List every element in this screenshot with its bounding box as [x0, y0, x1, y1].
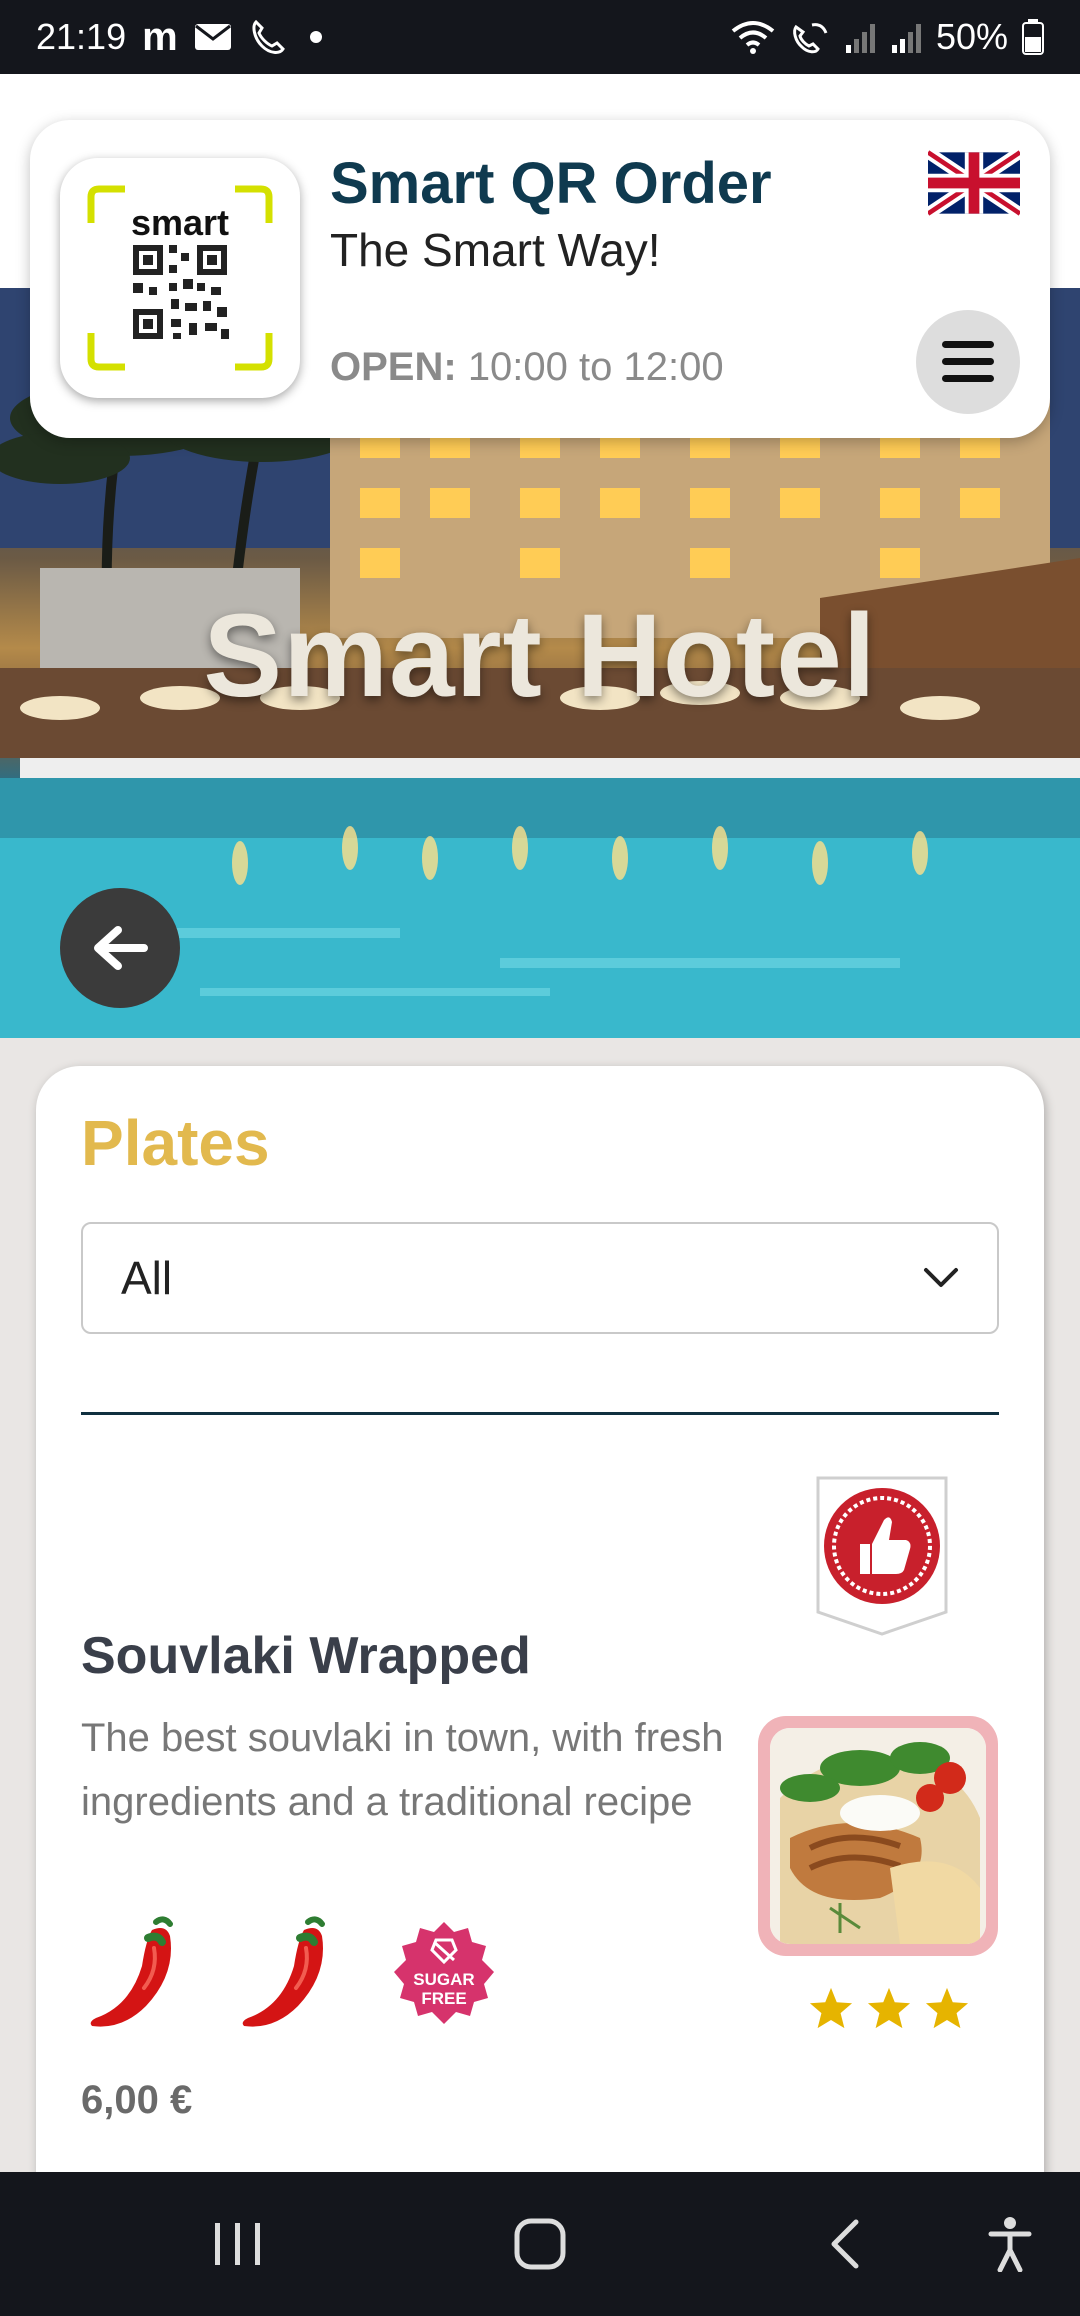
sugar-free-label-top: SUGAR [413, 1970, 475, 1989]
battery-percent: 50% [935, 16, 1008, 57]
signal-1-icon [844, 21, 876, 53]
item-photo[interactable] [758, 1716, 998, 1956]
accessibility-icon [988, 2217, 1032, 2272]
item-tags: SUGAR FREE [86, 1914, 498, 2034]
category-filter-select[interactable]: All [81, 1222, 999, 1334]
hamburger-menu-icon [942, 341, 994, 382]
menu-content-card: Plates All Souvlaki Wrapped The best sou… [36, 1066, 1044, 2316]
hero-title: Smart Hotel [203, 590, 877, 722]
souvlaki-photo-illustration [770, 1728, 986, 1944]
app-subtitle: The Smart Way! [330, 224, 661, 276]
menu-button[interactable] [916, 310, 1020, 414]
open-label: OPEN: [330, 345, 457, 389]
recommended-badge-icon [812, 1474, 952, 1636]
brand-logo: smart [60, 158, 300, 398]
open-hours-value: 10:00 to 12:00 [467, 345, 724, 389]
back-button[interactable] [60, 888, 180, 1008]
recent-apps-button[interactable] [200, 2172, 276, 2316]
chili-pepper-icon [242, 1916, 325, 2027]
arrow-left-icon [94, 926, 148, 970]
star-icon [809, 1987, 853, 2029]
section-divider [81, 1412, 999, 1415]
header-card: smart Smart QR Order The Smart Way! OPEN… [30, 120, 1050, 438]
uk-flag-icon[interactable] [924, 147, 1024, 219]
back-nav-button[interactable] [810, 2172, 880, 2316]
recent-apps-icon [215, 2223, 260, 2265]
back-chevron-icon [831, 2219, 859, 2269]
call-icon [248, 18, 286, 56]
sugar-free-icon: SUGAR FREE [390, 1920, 498, 2028]
battery-icon [1022, 19, 1044, 55]
home-icon [514, 2218, 566, 2270]
wifi-call-icon [790, 19, 830, 55]
item-name[interactable]: Souvlaki Wrapped [81, 1626, 531, 1686]
home-button[interactable] [500, 2172, 580, 2316]
star-icon [867, 1987, 911, 2029]
logo-text: smart [130, 202, 230, 243]
item-description: The best souvlaki in town, with fresh in… [81, 1716, 724, 1824]
opening-hours: OPEN: 10:00 to 12:00 [330, 345, 724, 390]
wifi-icon [730, 19, 776, 55]
rating-stars [808, 1986, 970, 2030]
mail-icon [194, 23, 232, 51]
system-navigation-bar [0, 2172, 1080, 2316]
chili-pepper-icon [90, 1916, 173, 2027]
item-price: 6,00 € [81, 2078, 193, 2122]
category-filter-value: All [121, 1252, 173, 1304]
sugar-free-label-bottom: FREE [421, 1989, 467, 2008]
status-time: 21:19 [36, 16, 127, 57]
status-bar: 21:19 m 50% [0, 0, 1080, 74]
star-icon [925, 1987, 969, 2029]
app-title: Smart QR Order [330, 151, 772, 216]
signal-2-icon [890, 21, 922, 53]
carrier-icon: m [142, 14, 178, 59]
chevron-down-icon [924, 1268, 958, 1287]
accessibility-button[interactable] [980, 2172, 1040, 2316]
section-title: Plates [81, 1107, 270, 1179]
notification-dot-icon [309, 31, 322, 43]
